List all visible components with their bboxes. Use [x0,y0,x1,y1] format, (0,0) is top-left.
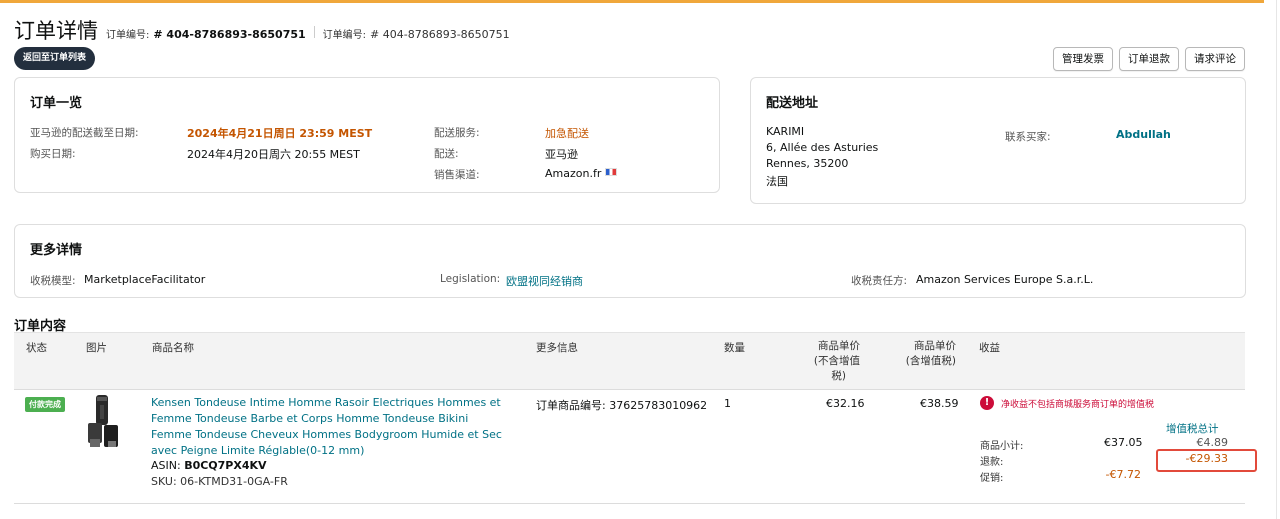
address-line-2: Rennes, 35200 [766,157,849,170]
purchase-date-value: 2024年4月20日周六 20:55 MEST [187,148,360,161]
subtotal-value: €37.05 [1104,436,1143,449]
col-unit-price-excl-line2: (不含增值 [813,355,860,367]
col-unit-price-excl-line3: 税) [831,370,846,382]
sales-channel: Amazon.fr [545,167,618,180]
vat-total-header: 增值税总计 [1166,423,1219,435]
shipping-service-label: 配送服务: [434,127,480,139]
refund-order-button[interactable]: 订单退款 [1119,47,1179,71]
order-id-value-secondary: # 404-8786893-8650751 [370,28,510,41]
divider [313,26,315,38]
asin-label: ASIN: [151,459,185,472]
table-header: 状态 图片 商品名称 更多信息 数量 商品单价 (不含增值 税) 商品单价 (含… [14,332,1245,390]
tax-responsible-label: 收税责任方: [851,275,908,287]
unit-price-incl-vat-value: €38.59 [920,397,959,410]
fulfillment-label: 配送: [434,148,459,160]
product-name-link[interactable]: Kensen Tondeuse Intime Homme Rasoir Elec… [151,395,511,459]
col-unit-price-incl-line1: 商品单价 [914,340,956,352]
manage-invoice-button[interactable]: 管理发票 [1053,47,1113,71]
promo-value: -€7.72 [1105,468,1141,481]
france-flag-icon [605,168,618,176]
more-details-card: 更多详情 收税模型: MarketplaceFacilitator Legisl… [14,224,1246,298]
order-summary-title: 订单一览 [30,96,83,111]
contact-buyer-link[interactable]: Abdullah [1116,128,1171,141]
back-to-order-list-button[interactable]: 返回至订单列表 [14,47,96,70]
order-actions: 管理发票 订单退款 请求评论 [1053,47,1245,71]
order-id-value: # 404-8786893-8650751 [153,28,306,41]
contact-buyer-label: 联系买家: [1005,131,1051,143]
product-asin: ASIN: B0CQ7PX4KV [151,459,267,472]
ship-by-label: 亚马逊的配送截至日期: [30,127,139,139]
purchase-date-label: 购买日期: [30,148,76,160]
more-details-title: 更多详情 [30,243,83,258]
row-divider [14,503,1245,504]
refund-label: 退款: [980,457,1004,468]
col-unit-price-incl-line2: (含增值税) [905,355,956,367]
alert-icon: ! [980,396,994,410]
col-unit-price-excl-vat: 商品单价 (不含增值 税) [804,339,860,384]
col-more-info: 更多信息 [536,342,578,354]
order-id-label-secondary: 订单编号: [322,30,367,41]
shipping-address-card: 配送地址 KARIMI 6, Allée des Asturies Rennes… [750,77,1246,204]
scroll-edge [1276,0,1277,519]
request-review-button[interactable]: 请求评论 [1185,47,1245,71]
subtotal-label: 商品小计: [980,441,1024,452]
promo-label: 促销: [980,473,1004,484]
order-id-label: 订单编号: [106,30,150,41]
recipient-name: KARIMI [766,125,805,138]
product-image[interactable] [84,393,126,451]
tax-model-value: MarketplaceFacilitator [84,273,206,286]
vat-alert-text: 净收益不包括商城服务商订单的增值税 [1001,400,1155,410]
order-item-id: 订单商品编号: 37625783010962 [536,399,708,412]
quantity-value: 1 [724,397,731,410]
fulfillment-value: 亚马逊 [545,148,578,161]
asin-value: B0CQ7PX4KV [184,459,267,472]
legislation-label: Legislation: [440,273,501,285]
page-title: 订单详情 [14,19,98,43]
address-country: 法国 [766,175,788,188]
sales-channel-label: 销售渠道: [434,169,480,181]
col-unit-price-incl-vat: 商品单价 (含增值税) [890,339,956,369]
status-badge: 付款完成 [25,397,65,412]
address-line-1: 6, Allée des Asturies [766,141,879,154]
ship-by-value: 2024年4月21日周日 23:59 MEST [187,127,373,140]
col-proceeds: 收益 [979,342,1000,354]
col-unit-price-excl-line1: 商品单价 [818,340,860,352]
col-image: 图片 [86,342,107,354]
order-summary-card: 订单一览 亚马逊的配送截至日期: 2024年4月21日周日 23:59 MEST… [14,77,720,193]
sales-channel-value: Amazon.fr [545,167,602,180]
tax-model-label: 收税模型: [30,275,76,287]
product-sku: SKU: 06-KTMD31-0GA-FR [151,475,288,488]
col-status: 状态 [26,342,47,354]
top-accent-bar [0,0,1264,3]
tax-responsible-value: Amazon Services Europe S.a.r.L. [916,273,1094,286]
page-header: 订单详情 订单编号: # 404-8786893-8650751 订单编号: #… [14,15,510,45]
subtotal-vat-value: €4.89 [1196,436,1229,449]
col-quantity: 数量 [724,342,745,354]
shipping-address-title: 配送地址 [766,96,819,111]
legislation-value[interactable]: 欧盟视同经销商 [506,273,583,289]
shipping-service-value: 加急配送 [545,127,589,140]
unit-price-excl-vat-value: €32.16 [826,397,865,410]
col-product-name: 商品名称 [152,342,194,354]
refund-vat-value: -€29.33 [1185,452,1228,465]
